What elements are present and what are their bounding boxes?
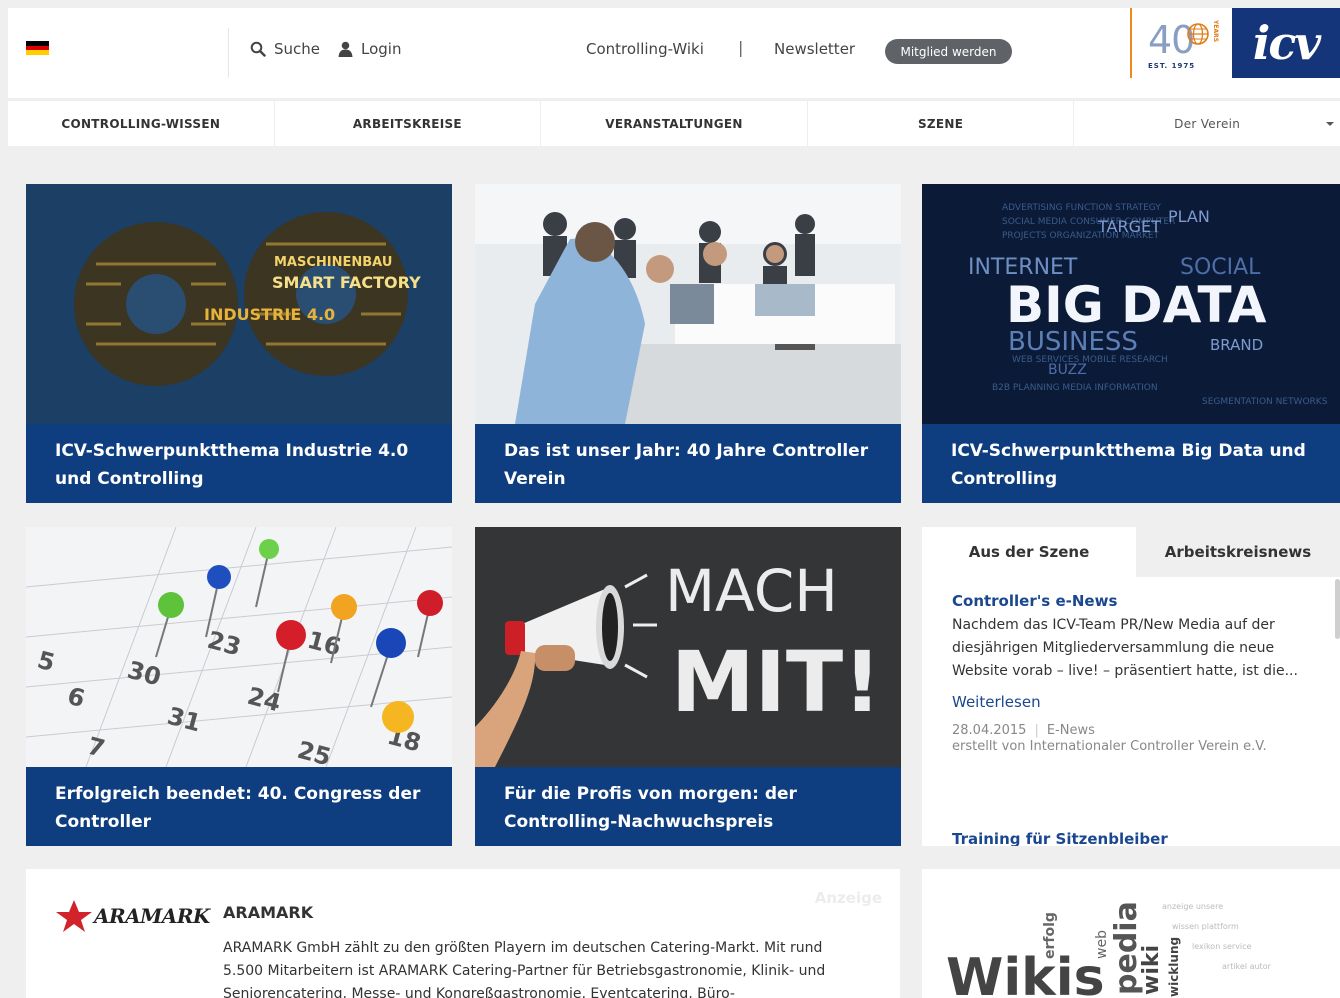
- tile-caption[interactable]: Erfolgreich beendet: 40. Congress der Co…: [26, 767, 452, 846]
- news-item-title[interactable]: Training für Sitzenbleiber: [952, 830, 1168, 846]
- advertisement[interactable]: Anzeige ARAMARK ARAMARK ARAMARK GmbH zäh…: [26, 869, 900, 998]
- german-flag-icon[interactable]: [26, 41, 49, 55]
- anniversary-years: YEARS: [1212, 20, 1219, 43]
- ad-label: Anzeige: [814, 889, 882, 907]
- wiki-word-wiki: wiki: [1139, 945, 1164, 995]
- news-tabs: Aus der Szene Arbeitskreisnews: [922, 527, 1340, 577]
- caret-down-icon: [1325, 122, 1334, 126]
- bigdata-word-brand: BRAND: [1210, 336, 1263, 354]
- nav-der-verein[interactable]: Der Verein: [1074, 101, 1340, 146]
- news-item-author: erstellt von Internationaler Controller …: [952, 739, 1267, 754]
- icv-logo[interactable]: icv: [1232, 8, 1340, 78]
- svg-text:artikel autor: artikel autor: [1222, 962, 1272, 971]
- anniversary-logo[interactable]: 40 YEARS EST. 1975: [1130, 8, 1228, 78]
- newsletter-link[interactable]: Newsletter: [774, 38, 855, 60]
- svg-text:lexikon service: lexikon service: [1192, 942, 1252, 951]
- calendar-pins-image: 5 6 7 30 31 23 24 25 16 18: [26, 527, 452, 767]
- bigdata-word-plan: PLAN: [1168, 207, 1210, 226]
- news-scrollbar[interactable]: [1335, 579, 1340, 639]
- gears-word-smart-factory: SMART FACTORY: [272, 273, 421, 292]
- news-item-category[interactable]: E-News: [1047, 723, 1095, 738]
- aramark-logo[interactable]: ARAMARK: [54, 899, 210, 933]
- main-navigation: CONTROLLING-WISSEN ARBEITSKREISE VERANST…: [8, 100, 1340, 146]
- login-link[interactable]: Login: [338, 38, 401, 60]
- svg-text:ADVERTISING FUNCTION STRATEG: ADVERTISING FUNCTION STRATEGY: [1002, 203, 1161, 213]
- tile-caption[interactable]: ICV-Schwerpunktthema Industrie 4.0 und C…: [26, 424, 452, 503]
- nav-arbeitskreise[interactable]: ARBEITSKREISE: [275, 101, 542, 146]
- top-bar: Suche Login Controlling-Wiki | Newslette…: [8, 8, 1340, 98]
- tab-arbeitskreisnews[interactable]: Arbeitskreisnews: [1136, 527, 1340, 577]
- bigdata-word-social: SOCIAL: [1180, 255, 1261, 280]
- user-icon: [338, 41, 353, 57]
- aramark-logo-text: ARAMARK: [94, 904, 210, 928]
- svg-text:anzeige unsere: anzeige unsere: [1162, 902, 1223, 911]
- nav-veranstaltungen[interactable]: VERANSTALTUNGEN: [541, 101, 808, 146]
- anniversary-est: EST. 1975: [1148, 62, 1196, 70]
- news-item-text: Nachdem das ICV-Team PR/New Media auf de…: [952, 617, 1298, 679]
- controlling-wiki-label: Controlling-Wiki: [586, 40, 704, 58]
- teaser-tile-nachwuchspreis[interactable]: MACH MIT! Für die Profis von morgen: der…: [475, 527, 901, 846]
- big-data-word-cloud-image: ADVERTISING FUNCTION STRATEGY SOCIAL MED…: [922, 184, 1340, 424]
- meeting-photo-image: [475, 184, 901, 424]
- nav-der-verein-label: Der Verein: [1174, 116, 1241, 131]
- news-item: Controller's e-News Nachdem das ICV-Team…: [952, 592, 1310, 755]
- gears-word-maschinenbau: MASCHINENBAU: [274, 255, 392, 270]
- divider: [228, 28, 229, 78]
- bigdata-word-business: BUSINESS: [1008, 327, 1138, 357]
- bigdata-word-big-data: BIG DATA: [1006, 276, 1267, 334]
- wiki-word-wicklung: wicklung: [1167, 937, 1181, 997]
- wiki-word-wikis: Wikis: [946, 948, 1105, 998]
- svg-text:B2B PLANNING MEDIA INFORMAT: B2B PLANNING MEDIA INFORMATION: [992, 383, 1158, 393]
- gears-word-cloud-image: MASCHINENBAU SMART FACTORY INDUSTRIE 4.0: [26, 184, 452, 424]
- tile-caption[interactable]: Für die Profis von morgen: der Controlli…: [475, 767, 901, 846]
- wiki-teaser[interactable]: anzeige unsere wissen plattform lexikon …: [922, 869, 1340, 998]
- nav-controlling-wissen[interactable]: CONTROLLING-WISSEN: [8, 101, 275, 146]
- svg-text:wissen plattform: wissen plattform: [1172, 922, 1239, 931]
- teaser-tile-industrie[interactable]: MASCHINENBAU SMART FACTORY INDUSTRIE 4.0…: [26, 184, 452, 503]
- bigdata-word-buzz: BUZZ: [1048, 362, 1087, 378]
- link-separator: |: [738, 38, 744, 57]
- svg-text:SEGMENTATION NETWORKS: SEGMENTATION NETWORKS: [1202, 397, 1328, 407]
- ad-title[interactable]: ARAMARK: [223, 903, 313, 922]
- ad-text: ARAMARK GmbH zählt zu den größten Player…: [223, 940, 826, 998]
- nav-szene[interactable]: SZENE: [808, 101, 1075, 146]
- wiki-word-cloud-image: anzeige unsere wissen plattform lexikon …: [922, 869, 1340, 998]
- tile-caption[interactable]: ICV-Schwerpunktthema Big Data und Contro…: [922, 424, 1340, 503]
- globe-icon: [1187, 23, 1209, 45]
- news-panel: Aus der Szene Arbeitskreisnews Controlle…: [922, 527, 1340, 846]
- newsletter-label: Newsletter: [774, 40, 856, 58]
- teaser-tile-big-data[interactable]: ADVERTISING FUNCTION STRATEGY SOCIAL MED…: [922, 184, 1340, 503]
- teaser-tile-40-jahre[interactable]: Das ist unser Jahr: 40 Jahre Controller …: [475, 184, 901, 503]
- search-icon: [250, 41, 266, 57]
- read-more-link[interactable]: Weiterlesen: [952, 693, 1310, 711]
- join-button[interactable]: Mitglied werden: [885, 39, 1012, 64]
- gears-word-industrie: INDUSTRIE 4.0: [204, 305, 335, 324]
- megaphone-chalkboard-image: MACH MIT!: [475, 527, 901, 767]
- chalk-word-mit: MIT!: [671, 633, 881, 731]
- meta-separator: |: [1034, 723, 1039, 738]
- controlling-wiki-link[interactable]: Controlling-Wiki: [586, 38, 704, 60]
- news-item-title[interactable]: Controller's e-News: [952, 592, 1310, 610]
- chalk-word-mach: MACH: [665, 557, 838, 625]
- news-item-date: 28.04.2015: [952, 723, 1027, 738]
- wiki-word-erfolg: erfolg: [1042, 912, 1058, 959]
- login-label: Login: [361, 40, 402, 58]
- bigdata-word-target: TARGET: [1097, 217, 1161, 236]
- tab-aus-der-szene[interactable]: Aus der Szene: [922, 527, 1136, 577]
- search-link[interactable]: Suche: [250, 38, 320, 60]
- tile-caption[interactable]: Das ist unser Jahr: 40 Jahre Controller …: [475, 424, 901, 503]
- wiki-word-web: web: [1094, 930, 1110, 959]
- search-label: Suche: [274, 40, 321, 58]
- star-icon: [56, 900, 92, 932]
- news-item-meta: 28.04.2015 | E-News erstellt von Internati…: [952, 723, 1310, 755]
- teaser-tile-congress[interactable]: 5 6 7 30 31 23 24 25 16 18 Erfolgreich b…: [26, 527, 452, 846]
